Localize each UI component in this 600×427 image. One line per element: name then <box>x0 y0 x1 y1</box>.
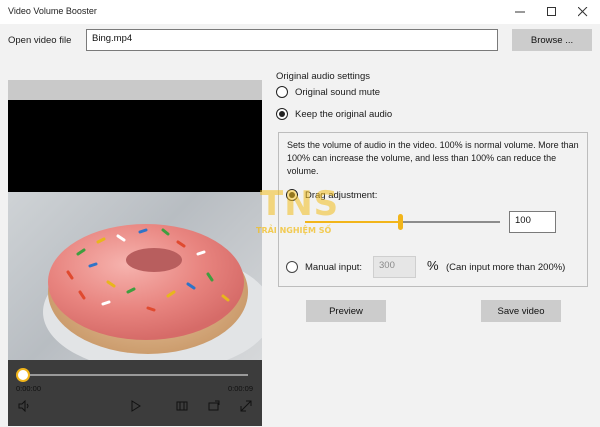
radio-selected-dot <box>279 111 285 117</box>
volume-icon[interactable] <box>18 400 30 412</box>
video-player[interactable]: 0:00:00 0:00:09 <box>8 100 262 426</box>
mute-option-label: Original sound mute <box>295 87 381 98</box>
seek-handle[interactable] <box>16 368 30 382</box>
browse-button[interactable]: Browse ... <box>512 29 592 51</box>
watermark: TNS TRẢI NGHIỆM SỐ <box>252 184 362 240</box>
player-header-bar <box>8 80 262 100</box>
slider-track[interactable] <box>400 221 500 223</box>
keep-option-label: Keep the original audio <box>295 109 393 120</box>
watermark-tagline: TRẢI NGHIỆM SỐ <box>256 226 332 235</box>
manual-input-radio[interactable] <box>286 261 298 273</box>
mute-radio[interactable] <box>276 86 288 98</box>
percent-sign: % <box>427 258 439 273</box>
minimize-icon <box>515 11 525 13</box>
cast-icon[interactable] <box>208 400 220 412</box>
time-total: 0:00:09 <box>228 384 254 393</box>
donut-image <box>43 224 262 360</box>
maximize-icon <box>547 7 556 16</box>
watermark-logo: TNS <box>260 184 340 224</box>
close-button[interactable] <box>566 0 600 24</box>
time-current: 0:00:00 <box>16 384 42 393</box>
minimize-button[interactable] <box>503 0 537 24</box>
player-controls: 0:00:00 0:00:09 <box>8 360 262 426</box>
save-video-button[interactable]: Save video <box>481 300 561 322</box>
seek-track[interactable] <box>22 374 248 376</box>
volume-description: Sets the volume of audio in the video. 1… <box>287 140 579 176</box>
manual-volume-input[interactable]: 300 <box>373 256 416 278</box>
window-title: Video Volume Booster <box>8 6 97 16</box>
open-file-label: Open video file <box>8 35 72 46</box>
volume-value-input[interactable]: 100 <box>509 211 556 233</box>
title-bar: Video Volume Booster <box>0 0 600 24</box>
close-icon <box>578 7 588 17</box>
preview-button[interactable]: Preview <box>306 300 386 322</box>
audio-section-label: Original audio settings <box>276 71 370 82</box>
maximize-button[interactable] <box>535 0 569 24</box>
manual-hint: (Can input more than 200%) <box>446 262 566 273</box>
file-path-input[interactable]: Bing.mp4 <box>86 29 498 51</box>
video-frame <box>8 192 262 360</box>
play-icon[interactable] <box>130 400 142 412</box>
slider-thumb[interactable] <box>398 214 403 230</box>
fullscreen-icon[interactable] <box>240 400 252 412</box>
keep-audio-radio[interactable] <box>276 108 288 120</box>
manual-input-label: Manual input: <box>305 262 363 273</box>
aspect-ratio-icon[interactable] <box>176 400 188 412</box>
